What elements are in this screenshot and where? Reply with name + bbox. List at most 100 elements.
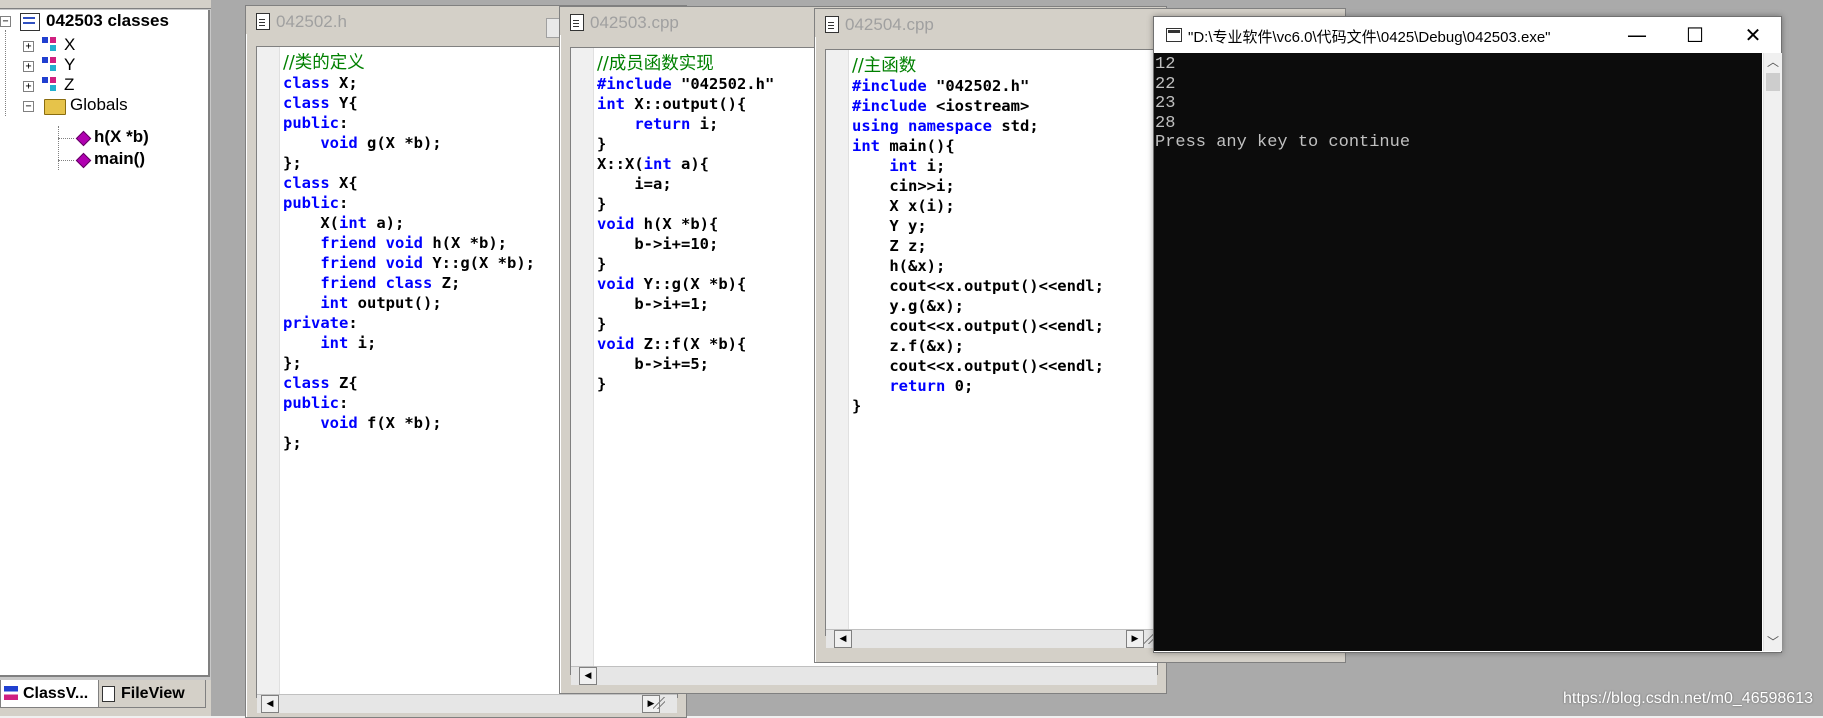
code-line: } [597,194,774,214]
code-text: z.f(&x); [852,337,964,355]
code-keyword: #include [852,97,927,115]
code-keyword: int [320,334,349,352]
code-text: : [339,394,349,412]
tab-file-view[interactable]: FileView [98,680,206,708]
tree-item-globals[interactable]: Globals [70,94,128,116]
tree-item-function-h[interactable]: h(X *b) [94,126,149,148]
function-icon [75,152,92,169]
code-text: "042502.h" [671,75,775,93]
minimize-button[interactable]: — [1608,17,1666,53]
tree-item-class-z[interactable]: Z [64,74,74,96]
tree-root-label[interactable]: 042503 classes [46,10,169,32]
cpp-file-icon [570,14,584,31]
tree-item-function-main[interactable]: main() [94,148,145,170]
code-keyword: friend [320,254,377,272]
scroll-right-button[interactable]: ▶ [1126,630,1144,648]
scroll-left-button[interactable]: ◀ [579,667,597,685]
code-text: } [597,195,607,213]
code-line: b->i+=10; [597,234,774,254]
code-text: X::X( [597,155,644,173]
scroll-down-arrow-icon[interactable]: ﹀ [1764,633,1782,651]
code-line: cout<<x.output()<<endl; [852,276,1104,296]
code-keyword: using [852,117,899,135]
code-line: //主函数 [852,56,1104,76]
source-code[interactable]: //成员函数实现 #include "042502.h" int X::output… [597,54,774,394]
code-text: X x(i); [852,197,955,215]
code-line: X(int a); [283,213,535,233]
code-text: h(&x); [852,257,946,275]
code-text: cin>>i; [852,177,955,195]
console-window[interactable]: "D:\专业软件\vc6.0\代码文件\0425\Debug\042503.ex… [1153,16,1782,653]
console-line: 12 [1155,55,1176,74]
console-output: 12 22 23 28 Press any key to continue [1155,55,1410,153]
scroll-up-arrow-icon[interactable]: ︿ [1764,53,1782,71]
code-line: } [597,314,774,334]
expand-class-y-toggle[interactable]: + [23,61,34,72]
code-text: } [852,397,862,415]
code-text: std; [992,117,1039,135]
class-view-tab-icon [4,686,18,700]
class-view-panel: − 042503 classes + X + Y + Z − Globals h… [0,0,211,716]
code-keyword: void [320,134,358,152]
collapse-root-toggle[interactable]: − [0,16,11,27]
code-keyword: friend [320,234,377,252]
vertical-scrollbar[interactable]: ︿ ﹀ [1763,53,1782,651]
code-keyword: friend [320,274,377,292]
tab-class-view[interactable]: ClassV... [0,680,100,708]
code-line: void Z::f(X *b){ [597,334,774,354]
window-title: 042503.cpp [590,13,679,32]
code-text: "042502.h" [926,77,1030,95]
code-text: X{ [329,174,358,192]
console-output-area[interactable]: 12 22 23 28 Press any key to continue [1154,53,1762,651]
horizontal-scrollbar[interactable]: ◀ [571,666,1157,685]
resize-grip[interactable] [652,696,666,710]
code-keyword: private [283,314,349,332]
tree-item-class-x[interactable]: X [64,34,75,56]
code-line: b->i+=5; [597,354,774,374]
code-text: Z z; [852,237,927,255]
source-code[interactable]: //主函数 #include "042502.h" #include <iostre… [852,56,1104,416]
horizontal-scrollbar[interactable]: ◀ ▶ [257,694,677,713]
class-view-tree: − 042503 classes + X + Y + Z − Globals h… [0,10,210,677]
folder-icon [44,99,66,115]
code-text: f(X *b); [357,414,442,432]
code-text: Z::f(X *b){ [634,335,747,353]
code-text: } [597,135,607,153]
code-line: friend void Y::g(X *b); [283,253,535,273]
editor-gutter [257,47,280,697]
code-text: Y{ [329,94,358,112]
code-line: } [597,374,774,394]
tab-class-view-label: ClassV... [23,685,89,702]
source-code[interactable]: //类的定义 class X; class Y{public: void g(X *… [283,53,535,453]
tree-item-class-y[interactable]: Y [64,54,75,76]
collapse-globals-toggle[interactable]: − [23,101,34,112]
code-line: #include "042502.h" [597,74,774,94]
scroll-left-button[interactable]: ◀ [834,630,852,648]
code-text: h(X *b){ [634,215,719,233]
console-titlebar[interactable]: "D:\专业软件\vc6.0\代码文件\0425\Debug\042503.ex… [1154,17,1781,53]
code-text: cout<<x.output()<<endl; [852,357,1104,375]
code-text: <iostream> [926,97,1030,115]
code-text: g(X *b); [357,134,442,152]
code-line: public: [283,113,535,133]
workspace-icon [20,13,40,31]
code-text: X::output(){ [625,95,747,113]
code-line: void Y::g(X *b){ [597,274,774,294]
code-text: Y y; [852,217,927,235]
expand-class-z-toggle[interactable]: + [23,81,34,92]
close-button[interactable]: ✕ [1724,17,1782,53]
code-keyword: int [339,214,367,232]
code-line: } [852,396,1104,416]
class-icon [42,77,62,93]
expand-class-x-toggle[interactable]: + [23,41,34,52]
scroll-left-button[interactable]: ◀ [261,695,279,713]
code-text: b->i+=5; [597,355,709,373]
code-line: }; [283,153,535,173]
maximize-button[interactable]: ☐ [1666,17,1724,53]
code-line: cout<<x.output()<<endl; [852,356,1104,376]
scrollbar-thumb[interactable] [1766,73,1780,91]
